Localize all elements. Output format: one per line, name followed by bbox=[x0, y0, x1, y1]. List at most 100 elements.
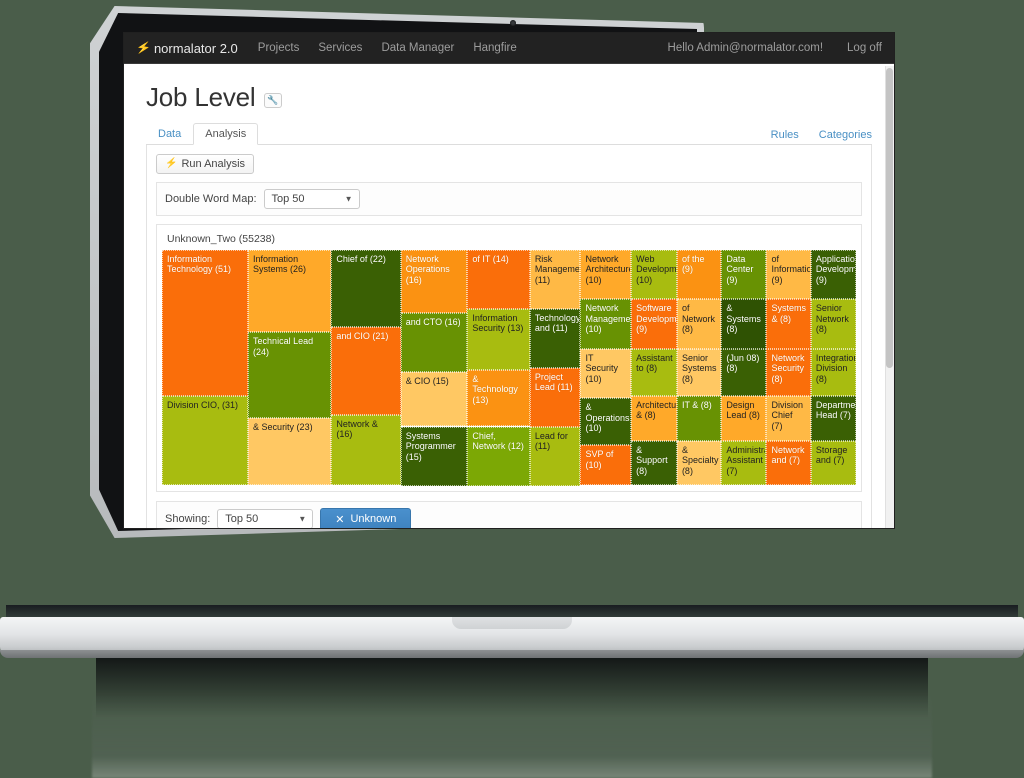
treemap-cell[interactable]: and CTO (16) bbox=[400, 313, 468, 373]
webcam-icon bbox=[510, 20, 516, 26]
treemap-cell[interactable]: Network & (16) bbox=[331, 414, 401, 486]
treemap-cell[interactable]: Division CIO, (31) bbox=[162, 395, 249, 486]
treemap-cell[interactable]: & Specialty (8) bbox=[676, 440, 722, 486]
unknown-filter-label: Unknown bbox=[350, 513, 397, 525]
treemap-cell[interactable]: & CIO (15) bbox=[400, 372, 468, 427]
nav-item-hangfire[interactable]: Hangfire bbox=[473, 42, 516, 54]
treemap-cell[interactable]: Web Development (10) bbox=[631, 249, 677, 300]
tab-data-label: Data bbox=[158, 128, 182, 140]
treemap-cell[interactable]: SVP of (10) bbox=[580, 445, 632, 486]
treemap-cell[interactable]: Network Operations (16) bbox=[400, 249, 468, 314]
page-body: Job Level 🔧 Data Analysis Rules Categori… bbox=[124, 64, 894, 528]
treemap-cell[interactable]: Risk Management (11) bbox=[529, 249, 581, 309]
double-word-map-select[interactable]: Top 50 ▼ bbox=[263, 188, 360, 209]
treemap-cell[interactable]: Administrative Assistant (7) bbox=[721, 440, 767, 486]
nav-item-projects[interactable]: Projects bbox=[258, 42, 300, 54]
treemap-cell[interactable]: Information Systems (26) bbox=[248, 249, 332, 333]
laptop-reflection bbox=[92, 658, 932, 778]
treemap-cell[interactable]: Systems & (8) bbox=[766, 299, 811, 349]
treemap-cell[interactable]: of Network (8) bbox=[676, 299, 722, 349]
top-navbar: ⚡ normalator 2.0 Projects Services Data … bbox=[124, 33, 894, 64]
tab-analysis[interactable]: Analysis bbox=[193, 123, 259, 145]
treemap-cell[interactable]: Technology and (11) bbox=[529, 308, 581, 368]
map-control-bar: Double Word Map: Top 50 ▼ bbox=[156, 181, 862, 216]
treemap-cell[interactable]: Lead for (11) bbox=[529, 426, 581, 486]
treemap-cell[interactable]: Project Lead (11) bbox=[529, 367, 581, 427]
treemap-cell[interactable]: & Technology (13) bbox=[467, 369, 530, 427]
showing-select[interactable]: Top 50 ▼ bbox=[217, 509, 314, 528]
treemap-cell[interactable]: IT & (8) bbox=[676, 395, 722, 441]
treemap-cell[interactable]: Senior Systems (8) bbox=[676, 348, 722, 396]
showing-label: Showing: bbox=[165, 513, 211, 525]
treemap-cell[interactable]: Assistant to (8) bbox=[631, 348, 677, 396]
treemap-cell[interactable]: Design Lead (8) bbox=[721, 395, 767, 441]
treemap-cell[interactable]: and CIO (21) bbox=[331, 327, 401, 415]
chevron-down-icon: ▼ bbox=[298, 514, 307, 524]
treemap-container: Unknown_Two (55238) Information Technolo… bbox=[156, 223, 862, 492]
treemap-cell[interactable]: Technical Lead (24) bbox=[248, 332, 332, 419]
run-analysis-button[interactable]: ⚡ Run Analysis bbox=[156, 153, 255, 174]
laptop-base-edge bbox=[0, 650, 1024, 658]
analysis-panel: ⚡ Run Analysis Double Word Map: Top 50 ▼… bbox=[146, 145, 872, 528]
user-nav: Hello Admin@normalator.com! Log off bbox=[668, 42, 882, 54]
categories-link[interactable]: Categories bbox=[819, 129, 872, 141]
primary-nav: Projects Services Data Manager Hangfire bbox=[258, 42, 517, 54]
nav-item-data-manager[interactable]: Data Manager bbox=[381, 42, 454, 54]
treemap-cell[interactable]: Chief of (22) bbox=[331, 249, 401, 328]
treemap-cell[interactable]: of IT (14) bbox=[467, 249, 530, 309]
double-word-map-label: Double Word Map: bbox=[165, 192, 257, 205]
chevron-down-icon: ▼ bbox=[344, 194, 353, 203]
treemap-chart[interactable]: Information Technology (51) Division CIO,… bbox=[162, 249, 856, 486]
treemap-cell[interactable]: Application Development (9) bbox=[810, 249, 856, 300]
treemap-cell[interactable]: Network Architecture (10) bbox=[580, 249, 632, 300]
treemap-cell[interactable]: & Security (23) bbox=[248, 418, 332, 486]
treemap-cell[interactable]: IT Security (10) bbox=[580, 348, 632, 399]
laptop-mockup: ⚡ normalator 2.0 Projects Services Data … bbox=[0, 0, 1024, 778]
treemap-cell[interactable]: & Support (8) bbox=[631, 440, 677, 486]
showing-control-bar: Showing: Top 50 ▼ ✕ Unknown bbox=[156, 500, 862, 528]
treemap-cell[interactable]: Systems Programmer (15) bbox=[400, 426, 468, 486]
nav-item-services[interactable]: Services bbox=[318, 42, 362, 54]
tab-bar: Data Analysis Rules Categories bbox=[146, 123, 872, 145]
treemap-cell[interactable]: Architecture & (8) bbox=[631, 395, 677, 441]
vertical-scrollbar[interactable] bbox=[885, 66, 894, 528]
tab-analysis-label: Analysis bbox=[205, 128, 247, 140]
treemap-cell[interactable]: of Information (9) bbox=[766, 249, 811, 300]
treemap-cell[interactable]: Information Security (13) bbox=[467, 308, 530, 370]
showing-value: Top 50 bbox=[225, 513, 259, 525]
browser-viewport: ⚡ normalator 2.0 Projects Services Data … bbox=[124, 33, 894, 528]
laptop-base-notch bbox=[452, 617, 572, 629]
tab-data[interactable]: Data bbox=[146, 123, 193, 145]
logoff-link[interactable]: Log off bbox=[847, 42, 882, 54]
unknown-filter-button[interactable]: ✕ Unknown bbox=[320, 507, 412, 528]
treemap-cell[interactable]: Division Chief (7) bbox=[766, 395, 811, 441]
run-analysis-label: Run Analysis bbox=[181, 157, 246, 170]
bolt-icon: ⚡ bbox=[135, 40, 152, 56]
bolt-icon: ⚡ bbox=[165, 158, 178, 169]
brand-logo[interactable]: ⚡ normalator 2.0 bbox=[135, 40, 238, 56]
treemap-cell[interactable]: (Jun 08) (8) bbox=[721, 348, 767, 396]
treemap-cell[interactable]: Network Management (10) bbox=[580, 299, 632, 349]
brand-label: normalator 2.0 bbox=[153, 40, 238, 56]
treemap-cell[interactable]: Information Technology (51) bbox=[162, 249, 249, 396]
treemap-cell[interactable]: Senior Network (8) bbox=[810, 299, 856, 349]
treemap-cell[interactable]: Storage and (7) bbox=[810, 440, 856, 486]
treemap-cell[interactable]: Chief, Network (12) bbox=[467, 426, 530, 486]
page-title-text: Job Level bbox=[146, 82, 256, 112]
wrench-icon[interactable]: 🔧 bbox=[263, 93, 282, 108]
treemap-cell[interactable]: Department Head (7) bbox=[810, 395, 856, 441]
rules-link[interactable]: Rules bbox=[771, 129, 799, 141]
page-title: Job Level 🔧 bbox=[146, 82, 872, 113]
treemap-cell[interactable]: Software Development (9) bbox=[631, 299, 677, 349]
treemap-cell[interactable]: & Systems (8) bbox=[721, 299, 767, 349]
treemap-cell[interactable]: Network Security (8) bbox=[766, 348, 811, 396]
treemap-cell[interactable]: Integration Division (8) bbox=[810, 348, 856, 396]
treemap-cell[interactable]: of the (9) bbox=[676, 249, 722, 300]
treemap-cell[interactable]: Network and (7) bbox=[766, 440, 811, 486]
treemap-cell[interactable]: Data Center (9) bbox=[721, 249, 767, 300]
double-word-map-value: Top 50 bbox=[271, 192, 305, 205]
user-greeting[interactable]: Hello Admin@normalator.com! bbox=[668, 42, 824, 54]
tab-bar-right-links: Rules Categories bbox=[771, 129, 872, 144]
treemap-cell[interactable]: & Operations (10) bbox=[580, 398, 632, 446]
scrollbar-thumb[interactable] bbox=[886, 68, 893, 368]
